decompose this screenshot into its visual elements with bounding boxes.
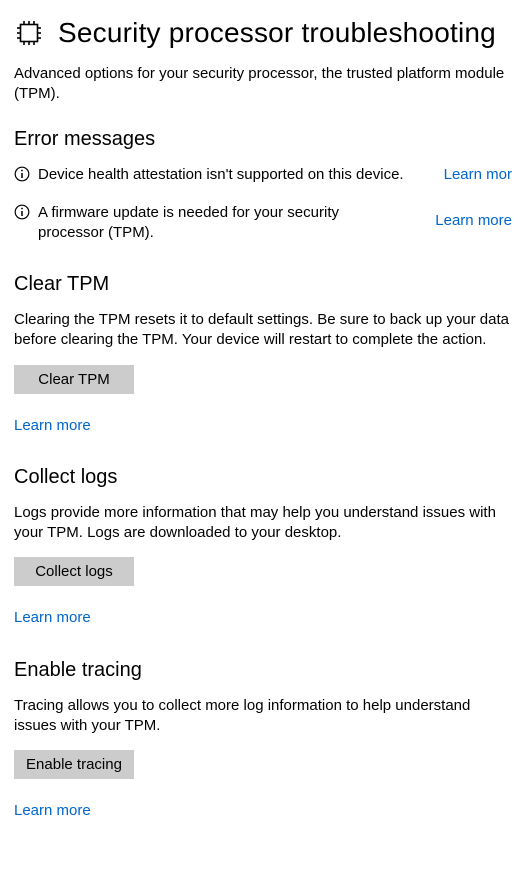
error-learn-more-link[interactable]: Learn more xyxy=(435,211,512,231)
collect-logs-learn-more-link[interactable]: Learn more xyxy=(14,608,512,628)
clear-tpm-description: Clearing the TPM resets it to default se… xyxy=(14,310,512,351)
collect-logs-section: Collect logs Logs provide more informati… xyxy=(14,464,512,629)
enable-tracing-heading: Enable tracing xyxy=(14,657,512,684)
enable-tracing-description: Tracing allows you to collect more log i… xyxy=(14,696,512,737)
collect-logs-heading: Collect logs xyxy=(14,464,512,491)
clear-tpm-button[interactable]: Clear TPM xyxy=(14,365,134,394)
chip-icon xyxy=(14,18,44,48)
error-row: A firmware update is needed for your sec… xyxy=(38,203,512,244)
page-title: Security processor troubleshooting xyxy=(58,14,496,52)
enable-tracing-learn-more-link[interactable]: Learn more xyxy=(14,801,512,821)
info-icon xyxy=(14,204,30,226)
page-description: Advanced options for your security proce… xyxy=(14,64,512,105)
collect-logs-button[interactable]: Collect logs xyxy=(14,557,134,586)
error-message: A firmware update is needed for your sec… xyxy=(38,203,358,244)
page-header: Security processor troubleshooting xyxy=(14,14,512,52)
error-learn-more-link[interactable]: Learn mor xyxy=(444,165,512,185)
clear-tpm-learn-more-link[interactable]: Learn more xyxy=(14,416,512,436)
enable-tracing-section: Enable tracing Tracing allows you to col… xyxy=(14,657,512,822)
error-item: Device health attestation isn't supporte… xyxy=(14,165,512,188)
error-message: Device health attestation isn't supporte… xyxy=(38,165,404,185)
info-icon xyxy=(14,166,30,188)
clear-tpm-heading: Clear TPM xyxy=(14,271,512,298)
error-item: A firmware update is needed for your sec… xyxy=(14,203,512,244)
errors-heading: Error messages xyxy=(14,126,512,153)
enable-tracing-button[interactable]: Enable tracing xyxy=(14,750,134,779)
error-row: Device health attestation isn't supporte… xyxy=(38,165,512,185)
clear-tpm-section: Clear TPM Clearing the TPM resets it to … xyxy=(14,271,512,436)
collect-logs-description: Logs provide more information that may h… xyxy=(14,503,512,544)
